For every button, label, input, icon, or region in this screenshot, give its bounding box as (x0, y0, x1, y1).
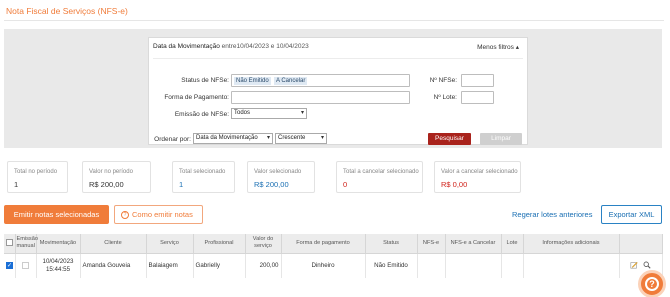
chevron-down-icon: ▾ (320, 135, 324, 141)
column-header: Cliente (80, 234, 147, 254)
lot-cell (501, 253, 524, 278)
actions-header (619, 234, 663, 254)
status-chip[interactable]: A Cancelar (274, 77, 308, 85)
search-button[interactable]: Pesquisar (428, 133, 471, 145)
payment-input[interactable] (231, 91, 410, 104)
emission-select[interactable]: Todos ▾ (231, 108, 307, 119)
column-header: NFS-e a Cancelar (445, 234, 502, 254)
stat-value: R$ 200,00 (89, 180, 124, 189)
stat-card: Total a cancelar selecionado 0 (336, 161, 423, 193)
caret-up-icon: ▴ (515, 44, 519, 51)
question-icon: ? (645, 277, 659, 291)
stat-title: Total no período (14, 169, 58, 175)
stat-card: Valor selecionado R$ 200,00 (247, 161, 315, 193)
chevron-down-icon: ▾ (300, 110, 304, 116)
column-header: Informações adicionais (523, 234, 620, 254)
stat-card: Total no período 1 (7, 161, 68, 193)
column-header: Valor do serviço (245, 234, 282, 254)
lot-input[interactable] (461, 91, 494, 104)
nfse-table: Emissão manual Movimentação Cliente Serv… (4, 234, 663, 278)
select-all-checkbox[interactable] (5, 239, 13, 247)
table-header-row: Emissão manual Movimentação Cliente Serv… (4, 234, 663, 254)
register-lots-link[interactable]: Regerar lotes anteriores (512, 210, 592, 219)
stat-value: 0 (343, 180, 348, 189)
filter-card: Data da Movimentação entre10/04/2023 e 1… (148, 37, 528, 145)
nfse-number-label: Nº NFSe: (429, 77, 457, 84)
column-header: NFS-e (417, 234, 446, 254)
row-select-cell[interactable]: ✓ (4, 253, 16, 278)
card-divider (153, 58, 523, 59)
payment-label: Forma de Pagamento: (164, 94, 229, 101)
client-cell: Amanda Gouveia (80, 253, 147, 278)
stat-card: Valor no período R$ 200,00 (82, 161, 151, 193)
period-range[interactable]: entre10/04/2023 e 10/04/2023 (222, 43, 309, 50)
stat-title: Valor no período (89, 169, 133, 175)
stat-value: R$ 0,00 (441, 180, 468, 189)
help-circle-icon: ? (121, 211, 129, 219)
column-header: Forma de pagamento (281, 234, 366, 254)
stat-title: Total selecionado (179, 169, 226, 175)
status-chip[interactable]: Não Emitido (234, 77, 271, 85)
value-cell: 200,00 (245, 253, 282, 278)
period-label: Data da Movimentação (153, 43, 220, 50)
stat-title: Valor selecionado (254, 169, 302, 175)
order-by-value: Data da Movimentação (196, 135, 258, 141)
stat-title: Valor a cancelar selecionado (441, 169, 518, 175)
chevron-down-icon: ▾ (266, 135, 270, 141)
row-select-checkbox[interactable]: ✓ (6, 261, 13, 269)
status-label: Status de NFSe: (181, 77, 229, 84)
help-button[interactable]: ? (638, 270, 666, 297)
page-title: Nota Fiscal de Serviços (NFS-e) (6, 6, 128, 16)
lot-label: Nº Lote: (433, 94, 457, 101)
clear-button[interactable]: Limpar (480, 133, 522, 145)
title-divider (4, 20, 664, 21)
manual-emission-checkbox[interactable] (22, 261, 29, 269)
column-header: Lote (501, 234, 524, 254)
stat-value: 1 (179, 180, 184, 189)
manual-emission-cell[interactable] (15, 253, 37, 278)
order-label: Ordenar por: (154, 136, 191, 143)
nfse-cancel-cell (445, 253, 502, 278)
search-icon[interactable] (643, 261, 651, 269)
how-to-emit-label: Como emitir notas (132, 210, 193, 219)
table-row[interactable]: ✓ 10/04/2023 15:44:55 Amanda Gouveia Bal… (4, 253, 663, 278)
stat-card: Total selecionado 1 (172, 161, 235, 193)
professional-cell: Gabrielly (193, 253, 246, 278)
column-header: Status (365, 234, 418, 254)
stat-value: R$ 200,00 (254, 180, 289, 189)
payment-cell: Dinheiro (281, 253, 366, 278)
emission-value: Todos (234, 110, 251, 116)
edit-icon[interactable] (630, 261, 638, 269)
nfse-number-input[interactable] (461, 74, 494, 87)
nfse-cell (417, 253, 446, 278)
select-all-header[interactable] (4, 234, 16, 254)
service-cell: Balaiagem (146, 253, 194, 278)
status-cell: Não Emitido (365, 253, 418, 278)
export-xml-button[interactable]: Exportar XML (601, 205, 662, 224)
how-to-emit-button[interactable]: ? Como emitir notas (114, 205, 203, 224)
emit-selected-button[interactable]: Emitir notas selecionadas (4, 205, 109, 224)
column-header: Movimentação (36, 234, 81, 254)
column-header: Emissão manual (15, 234, 38, 254)
order-by-select[interactable]: Data da Movimentação ▾ (193, 133, 273, 144)
status-multiselect[interactable]: Não Emitido A Cancelar (231, 74, 410, 87)
emission-label: Emissão de NFSe: (174, 111, 229, 118)
less-filters-toggle[interactable]: Menos filtros ▴ (477, 43, 519, 51)
movement-cell: 10/04/2023 15:44:55 (36, 253, 81, 278)
less-filters-label: Menos filtros (477, 44, 514, 51)
stat-card: Valor a cancelar selecionado R$ 0,00 (434, 161, 521, 193)
order-direction-select[interactable]: Crescente ▾ (275, 133, 327, 144)
stat-title: Total a cancelar selecionado (343, 169, 419, 175)
filter-area: Data da Movimentação entre10/04/2023 e 1… (4, 29, 662, 148)
stat-value: 1 (14, 180, 19, 189)
column-header: Profissional (193, 234, 246, 254)
period-text: Data da Movimentação entre10/04/2023 e 1… (153, 43, 309, 50)
order-direction-value: Crescente (278, 135, 306, 141)
info-cell (523, 253, 620, 278)
column-header: Serviço (146, 234, 194, 254)
